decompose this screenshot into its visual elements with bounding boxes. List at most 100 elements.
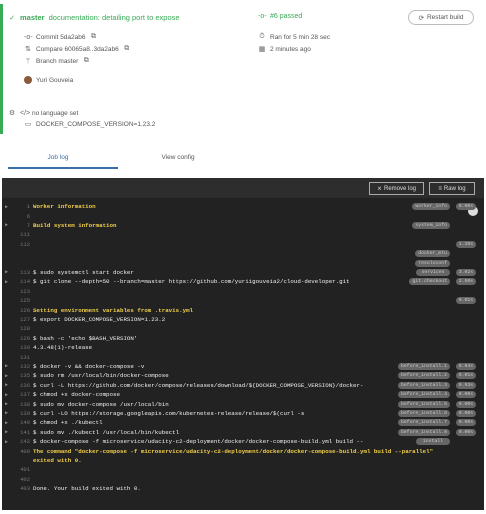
duration-badge: 0.93s (456, 381, 476, 389)
build-headline: ✓ master documentation: detailing port t… (8, 13, 179, 22)
line-number[interactable]: 7 (12, 222, 30, 229)
line-text: $ sudo systemctl start docker (33, 268, 134, 276)
raw-log-button[interactable]: ≡ Raw log (429, 182, 475, 195)
line-number[interactable]: 129 (12, 335, 30, 342)
expand-triangle-icon[interactable]: ▶ (5, 222, 8, 228)
line-number[interactable]: 403 (12, 485, 30, 492)
line-text: $ curl -LO https://storage.googleapis.co… (33, 409, 305, 417)
log-line[interactable]: ▶ 140 $ chmod +x ./kubectl before_install.7… (2, 418, 484, 427)
fold-label: before_install.8 (397, 428, 450, 436)
log-line[interactable]: ▶ 142 $ docker-compose -f microservice/uda… (2, 437, 484, 446)
expand-triangle-icon[interactable]: ▶ (5, 269, 8, 275)
log-line[interactable]: ▶ 132 $ docker -v && docker-compose -v befo… (2, 362, 484, 371)
log-line[interactable]: ▶ 137 $ chmod +x docker-compose before_inst… (2, 390, 484, 399)
compare-row[interactable]: ⇅ Compare 60065a8..3da2ab6 ⧉ (24, 45, 131, 53)
fold-label: before_install.6 (397, 409, 450, 417)
line-text: Setting environment variables from .trav… (33, 306, 194, 314)
line-number[interactable]: 128 (12, 325, 30, 332)
log-line[interactable]: ▶ 1 Worker information worker_info 0.00s (2, 202, 484, 211)
log-line[interactable]: ▶ 136 $ curl -L https://github.com/docker/… (2, 381, 484, 390)
line-number[interactable]: 139 (12, 410, 30, 417)
line-number[interactable]: 126 (12, 307, 30, 314)
line-number[interactable]: 136 (12, 382, 30, 389)
log-line[interactable]: ▶ 141 $ sudo mv ./kubectl /usr/local/bin/k… (2, 428, 484, 437)
line-number[interactable]: 123 (12, 288, 30, 295)
line-number[interactable]: 125 (12, 297, 30, 304)
fold-label: docker_mtu (415, 250, 450, 258)
line-number[interactable]: 400 (12, 448, 30, 455)
line-number[interactable]: 135 (12, 372, 30, 379)
expand-triangle-icon[interactable]: ▶ (5, 392, 8, 398)
remove-log-button[interactable]: ⨯ Remove log (369, 182, 424, 195)
line-number[interactable]: 132 (12, 363, 30, 370)
expand-triangle-icon[interactable]: ▶ (5, 279, 8, 285)
env-var-icon: ▭ (24, 121, 32, 128)
duration-badge: 0.00s (456, 400, 476, 408)
log-line[interactable]: ▶ 135 $ sudo rm /usr/local/bin/docker-comp… (2, 371, 484, 380)
duration-badge: 0.04s (456, 362, 476, 370)
line-number[interactable]: 137 (12, 391, 30, 398)
status-text[interactable]: #6 passed (270, 13, 302, 20)
line-text: $ sudo mv ./kubectl /usr/local/bin/kubec… (33, 428, 180, 436)
log-line[interactable]: ▶ 113 $ sudo systemctl start docker service… (2, 268, 484, 277)
duration-badge: 1.39s (456, 240, 476, 248)
expand-triangle-icon[interactable]: ▶ (5, 429, 8, 435)
expand-triangle-icon[interactable]: ▶ (5, 382, 8, 388)
line-number[interactable]: 1 (12, 203, 30, 210)
expand-triangle-icon[interactable]: ▶ (5, 401, 8, 407)
line-text: The command "docker-compose -f microserv… (33, 447, 434, 455)
line-number[interactable]: 141 (12, 429, 30, 436)
restart-build-button[interactable]: ⟳ Restart build (408, 10, 474, 25)
job-tabs: Job log View config (0, 150, 486, 172)
line-number[interactable]: 142 (12, 438, 30, 445)
log-line: docker_mtu (2, 249, 484, 258)
fold-label: before_install.1 (397, 362, 450, 370)
line-number[interactable]: 112 (12, 241, 30, 248)
line-number[interactable]: 401 (12, 466, 30, 473)
line-number[interactable]: 111 (12, 231, 30, 238)
line-text: $ sudo rm /usr/local/bin/docker-compose (33, 372, 169, 380)
log-line: exited with 0. (2, 456, 484, 465)
line-number[interactable]: 6 (12, 213, 30, 220)
commit-text: Commit 5da2ab6 (36, 33, 86, 41)
line-text: $ docker -v && docker-compose -v (33, 362, 145, 370)
line-number[interactable]: 127 (12, 316, 30, 323)
branch-text: Branch master (36, 57, 79, 65)
line-number[interactable]: 140 (12, 419, 30, 426)
expand-triangle-icon[interactable]: ▶ (5, 420, 8, 426)
job-log[interactable]: ⨯ Remove log ≡ Raw log ▶ 1 Worker informat… (2, 178, 484, 510)
log-line[interactable]: ▶ 138 $ sudo mv docker-compose /usr/local/… (2, 399, 484, 408)
line-number[interactable]: 114 (12, 278, 30, 285)
line-number[interactable]: 113 (12, 269, 30, 276)
log-line: 131 (2, 352, 484, 361)
branch-name[interactable]: master (20, 13, 45, 22)
expand-triangle-icon[interactable]: ▶ (5, 204, 8, 210)
log-line: 126 Setting environment variables from .t… (2, 305, 484, 314)
commit-row[interactable]: -o- Commit 5da2ab6 ⧉ (24, 33, 98, 41)
line-number[interactable]: 130 (12, 344, 30, 351)
log-line: 112 1.39s (2, 240, 484, 249)
duration-badge: 0.00s (456, 428, 476, 436)
expand-triangle-icon[interactable]: ▶ (5, 363, 8, 369)
duration-badge: 0.00s (456, 419, 476, 427)
expand-triangle-icon[interactable]: ▶ (5, 373, 8, 379)
status-accent-bar (0, 4, 3, 134)
build-summary: ✓ master documentation: detailing port t… (0, 0, 486, 140)
tab-view-config[interactable]: View config (138, 154, 218, 161)
expand-triangle-icon[interactable]: ▶ (5, 439, 8, 445)
author-name: Yuri Gouveia (36, 76, 74, 84)
line-number[interactable]: 402 (12, 476, 30, 483)
line-number[interactable]: 138 (12, 401, 30, 408)
duration-badge: 0.00s (456, 409, 476, 417)
log-line[interactable]: ▶ 7 Build system information system_info (2, 221, 484, 230)
branch-row[interactable]: ᛘ Branch master ⧉ (24, 57, 90, 65)
language-row: ⚙ </> no language set (8, 109, 78, 118)
log-line[interactable]: ▶ 114 $ git clone --depth=50 --branch=mast… (2, 277, 484, 286)
expand-triangle-icon[interactable]: ▶ (5, 410, 8, 416)
log-line: 129 $ bash -c 'echo $BASH_VERSION' (2, 334, 484, 343)
log-line[interactable]: ▶ 139 $ curl -LO https://storage.googleapi… (2, 409, 484, 418)
raw-log-label: Raw log (443, 185, 466, 192)
tab-job-log[interactable]: Job log (18, 154, 98, 161)
line-text: exited with 0. (33, 456, 82, 464)
line-number[interactable]: 131 (12, 354, 30, 361)
